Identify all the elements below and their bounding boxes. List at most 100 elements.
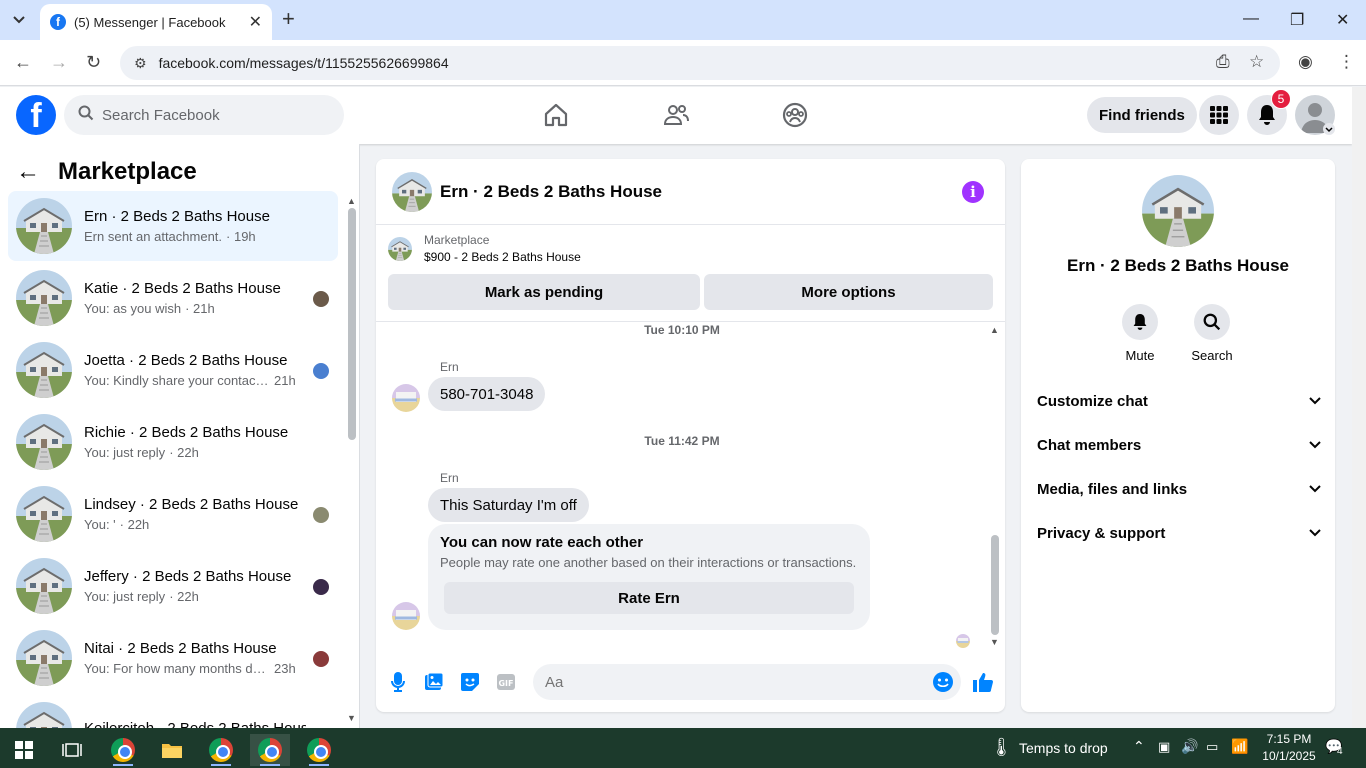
tab-search-button[interactable] — [6, 8, 32, 32]
chat-title[interactable]: Ern · 2 Beds 2 Baths House — [440, 182, 662, 202]
scroll-down-arrow-icon[interactable]: ▼ — [347, 713, 356, 723]
friends-icon[interactable] — [662, 101, 690, 129]
thermometer-icon[interactable]: 🌡 — [990, 737, 1013, 758]
meet-icon[interactable]: ▣ — [1158, 739, 1170, 755]
conversation-item[interactable]: Keilercitoh · 2 Beds 2 Baths House — [8, 695, 338, 728]
back-button[interactable]: ← — [14, 52, 32, 73]
site-settings-icon[interactable]: ⚙ — [134, 55, 147, 72]
chat-scroll-up-icon[interactable]: ▲ — [990, 325, 999, 335]
conversation-thumbnail — [16, 198, 72, 254]
message-bubble[interactable]: 580-701-3048 — [428, 377, 546, 411]
new-tab-button[interactable]: + — [282, 8, 295, 30]
conversation-item[interactable]: Richie · 2 Beds 2 Baths House You: just r… — [8, 407, 338, 477]
thumbs-up-icon[interactable] — [972, 671, 994, 693]
gif-icon[interactable]: GIF — [495, 671, 517, 693]
forward-button[interactable]: → — [50, 52, 68, 73]
mute-button[interactable]: Mute — [1105, 304, 1175, 363]
sender-avatar[interactable] — [392, 384, 420, 412]
browser-tab[interactable]: f (5) Messenger | Facebook ✕ — [40, 4, 272, 40]
minimize-button[interactable]: — — [1243, 10, 1259, 28]
conversation-snippet: You: For how many months do ... — [84, 661, 270, 676]
sticker-icon[interactable] — [459, 671, 481, 693]
message-bubble[interactable]: This Saturday I'm off — [428, 488, 589, 522]
notification-badge: 5 — [1271, 89, 1291, 109]
conversation-scrollbar[interactable] — [348, 208, 356, 440]
battery-icon[interactable]: ▭ — [1206, 739, 1218, 755]
conversation-item[interactable]: Nitai · 2 Beds 2 Baths House You: For how… — [8, 623, 338, 693]
conversation-item[interactable]: Lindsey · 2 Beds 2 Baths House You: ' · 22… — [8, 479, 338, 549]
more-options-button[interactable]: More options — [704, 274, 993, 310]
notification-center-count: 4 — [1337, 746, 1343, 757]
maximize-button[interactable]: ❐ — [1290, 10, 1304, 30]
conversation-time: · 22h — [169, 589, 199, 604]
sender-avatar[interactable] — [392, 602, 420, 630]
install-app-icon[interactable]: ⎙ — [1216, 52, 1230, 72]
listing-label: Marketplace — [424, 233, 490, 247]
facebook-logo-icon[interactable]: f — [16, 95, 56, 135]
chevron-down-icon — [13, 16, 25, 24]
groups-icon[interactable] — [781, 101, 809, 129]
search-conversation-button[interactable]: Search — [1177, 304, 1247, 363]
weather-text[interactable]: Temps to drop — [1019, 740, 1108, 756]
photo-icon[interactable] — [423, 671, 445, 693]
home-icon[interactable] — [542, 101, 570, 129]
start-button[interactable] — [4, 734, 44, 766]
message-timestamp: Tue 10:10 PM — [644, 323, 720, 337]
tab-close-icon[interactable]: ✕ — [249, 12, 262, 32]
bookmark-star-icon[interactable]: ☆ — [1249, 52, 1264, 72]
browser-tab-bar: f (5) Messenger | Facebook ✕ + — ❐ ✕ — [0, 0, 1366, 40]
chat-members-row[interactable]: Chat members — [1037, 423, 1321, 467]
taskbar-chrome-profile[interactable] — [201, 734, 241, 766]
info-icon[interactable]: i — [962, 181, 984, 203]
chat-scroll-down-icon[interactable]: ▼ — [990, 637, 999, 647]
privacy-support-row[interactable]: Privacy & support — [1037, 511, 1321, 555]
chat-scrollbar[interactable] — [991, 535, 999, 635]
taskbar-chrome-profile-2[interactable] — [299, 734, 339, 766]
scroll-up-arrow-icon[interactable]: ▲ — [347, 196, 356, 206]
windows-logo-icon — [15, 741, 33, 759]
conversation-name: Jeffery · 2 Beds 2 Baths House — [84, 568, 292, 585]
contact-avatar[interactable] — [1142, 175, 1214, 247]
listing-title: $900 - 2 Beds 2 Baths House — [424, 250, 581, 264]
account-chevron-icon[interactable] — [1323, 123, 1335, 135]
rate-ern-button[interactable]: Rate Ern — [444, 582, 854, 614]
mute-label: Mute — [1125, 348, 1155, 363]
facebook-search[interactable]: Search Facebook — [64, 95, 344, 135]
system-clock[interactable]: 7:15 PM 10/1/2025 — [1258, 731, 1320, 765]
listing-summary[interactable]: Marketplace $900 - 2 Beds 2 Baths House — [388, 233, 581, 264]
message-input[interactable] — [545, 673, 925, 691]
customize-chat-row[interactable]: Customize chat — [1037, 379, 1321, 423]
browser-menu-icon[interactable]: ⋮ — [1338, 52, 1355, 72]
emoji-icon[interactable] — [932, 671, 954, 693]
chat-avatar[interactable] — [392, 171, 432, 212]
reload-button[interactable]: ↻ — [86, 52, 101, 73]
taskbar-file-explorer[interactable] — [152, 734, 192, 766]
taskbar-chrome[interactable] — [103, 734, 143, 766]
show-hidden-icons-chevron-up-icon[interactable]: ⌃ — [1133, 738, 1145, 755]
microphone-icon[interactable] — [387, 671, 409, 693]
wifi-icon[interactable]: 📶 — [1231, 738, 1248, 755]
task-view-button[interactable] — [52, 734, 92, 766]
search-icon — [78, 105, 94, 125]
address-bar[interactable]: ⚙ facebook.com/messages/t/11552556266998… — [120, 46, 1280, 80]
grid-icon — [1210, 106, 1228, 124]
conversation-name: Keilercitoh · 2 Beds 2 Baths House — [84, 719, 306, 729]
mark-as-pending-button[interactable]: Mark as pending — [388, 274, 700, 310]
rate-each-other-card: You can now rate each other People may r… — [428, 524, 870, 630]
profile-icon[interactable]: ◉ — [1298, 52, 1313, 72]
taskbar-chrome-active[interactable] — [250, 734, 290, 766]
window-close-button[interactable]: ✕ — [1336, 10, 1349, 30]
conversation-time: · 21h — [185, 301, 215, 316]
conversation-item[interactable]: Jeffery · 2 Beds 2 Baths House You: just … — [8, 551, 338, 621]
conversation-item[interactable]: Ern · 2 Beds 2 Baths House Ern sent an at… — [8, 191, 338, 261]
conversation-item[interactable]: Joetta · 2 Beds 2 Baths House You: Kindly… — [8, 335, 338, 405]
menu-button[interactable] — [1199, 95, 1239, 135]
page-scrollbar[interactable] — [1352, 87, 1366, 728]
back-arrow-icon[interactable]: ← — [16, 158, 40, 186]
message-input-field[interactable] — [533, 664, 961, 700]
media-files-links-row[interactable]: Media, files and links — [1037, 467, 1321, 511]
volume-icon[interactable]: 🔊 — [1181, 738, 1198, 755]
conversation-snippet: You: just reply — [84, 445, 166, 460]
find-friends-button[interactable]: Find friends — [1087, 97, 1197, 133]
conversation-item[interactable]: Katie · 2 Beds 2 Baths House You: as you … — [8, 263, 338, 333]
